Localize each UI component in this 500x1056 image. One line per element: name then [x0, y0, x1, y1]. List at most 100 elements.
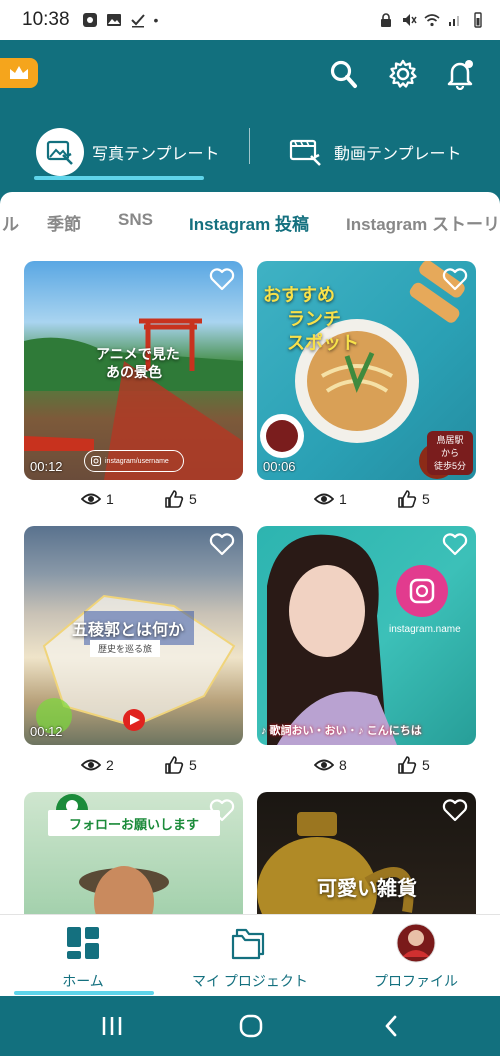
likes-count: 5	[422, 757, 430, 773]
nav-home-label: ホーム	[62, 973, 104, 989]
category-tab-instagram-story[interactable]: Instagram ストーリ	[346, 210, 500, 235]
category-tab-sns[interactable]: SNS	[118, 210, 153, 230]
thumbs-up-icon	[398, 756, 417, 774]
search-icon	[330, 60, 357, 88]
system-nav-bar	[0, 996, 500, 1056]
category-tabs: ル 季節 SNS Instagram 投稿 Instagram ストーリ	[0, 210, 500, 236]
tab-video-templates[interactable]: 動画テンプレート	[250, 120, 500, 184]
tab-photo-templates[interactable]: 写真テンプレート	[0, 120, 250, 184]
nav-my-projects-label: マイ プロジェクト	[192, 973, 308, 989]
station-badge-line3: 徒歩5分	[433, 461, 466, 471]
views-stat: 1	[81, 490, 114, 508]
station-badge-line2: から	[440, 448, 459, 458]
card-title-line1: 可愛い雑貨	[317, 876, 417, 900]
heart-icon[interactable]	[442, 532, 468, 556]
category-tab-instagram-post[interactable]: Instagram 投稿	[189, 210, 309, 235]
eye-icon	[314, 759, 334, 771]
notifications-button[interactable]	[442, 56, 478, 92]
recent-apps-icon	[102, 1017, 122, 1035]
likes-count: 5	[189, 491, 197, 507]
tab-photo-templates-label: 写真テンプレート	[92, 146, 220, 163]
template-card[interactable]: instagram.name ♪ 歌詞おい・おい ･ ♪ こんにちは	[257, 526, 476, 745]
template-thumbnail	[267, 534, 448, 745]
tab-video-templates-label: 動画テンプレート	[334, 146, 462, 163]
search-button[interactable]	[326, 56, 362, 92]
battery-icon	[474, 12, 482, 28]
card-duration: 00:12	[30, 459, 63, 474]
wifi-icon	[424, 14, 440, 27]
mode-tab-indicator	[34, 176, 204, 180]
home-grid-icon	[63, 923, 103, 963]
bottom-nav: ホーム マイ プロジェクト プロファイル	[0, 914, 500, 996]
views-count: 8	[339, 757, 347, 773]
card-subtitle: 歴史を巡る旅	[90, 640, 161, 657]
card-stats: 1 5	[24, 490, 243, 510]
app-header: 写真テンプレート 動画テンプレート	[0, 40, 500, 192]
views-stat: 2	[81, 756, 114, 774]
card-title-line1: おすすめ	[263, 285, 335, 306]
heart-icon[interactable]	[209, 798, 235, 822]
template-card[interactable]: おすすめ ランチ スポット 鳥居駅 から 徒歩5分 00:06	[257, 261, 476, 480]
crown-icon	[10, 66, 28, 79]
mute-icon	[403, 14, 417, 26]
heart-icon[interactable]	[209, 267, 235, 291]
template-card[interactable]: アニメで見た あの景色 instagram/username 00:12	[24, 261, 243, 480]
template-card[interactable]: 可愛い雑貨	[257, 792, 476, 914]
heart-icon[interactable]	[209, 532, 235, 556]
card-title-line3: スポット	[287, 333, 359, 354]
station-badge-line1: 鳥居駅	[436, 435, 464, 445]
heart-icon[interactable]	[442, 798, 468, 822]
likes-count: 5	[189, 757, 197, 773]
likes-count: 5	[422, 491, 430, 507]
views-count: 2	[106, 757, 114, 773]
back-chevron-icon	[385, 1015, 397, 1037]
template-content: ル 季節 SNS Instagram 投稿 Instagram ストーリ アニメ…	[0, 192, 500, 914]
home-button[interactable]	[236, 1012, 266, 1040]
nav-home[interactable]: ホーム	[0, 923, 166, 993]
premium-badge[interactable]	[0, 58, 38, 88]
home-circle-icon	[239, 1014, 263, 1038]
card-stats: 1 5	[257, 490, 476, 510]
card-title-line2: あの景色	[106, 365, 162, 381]
heart-icon[interactable]	[442, 267, 468, 291]
category-tab-partial[interactable]: ル	[2, 210, 19, 235]
status-time: 10:38	[22, 9, 70, 30]
folder-icon	[230, 923, 270, 963]
views-stat: 1	[314, 490, 347, 508]
thumbs-up-icon	[165, 756, 184, 774]
eye-icon	[81, 759, 101, 771]
card-handle: instagram.name	[389, 624, 461, 635]
nav-profile-label: プロファイル	[374, 973, 458, 989]
back-button[interactable]	[376, 1012, 406, 1040]
signal-icon	[449, 16, 459, 26]
eye-icon	[314, 493, 334, 505]
template-card[interactable]: 五稜郭とは何か 歴史を巡る旅 00:12	[24, 526, 243, 745]
likes-stat: 5	[397, 756, 430, 774]
photo-template-icon	[36, 128, 84, 176]
dot-icon: •	[153, 12, 159, 28]
recent-apps-button[interactable]	[97, 1012, 127, 1040]
download-done-icon	[130, 14, 145, 28]
card-duration: 00:12	[30, 724, 63, 739]
nav-profile[interactable]: プロファイル	[333, 923, 499, 993]
likes-stat: 5	[164, 490, 197, 508]
gear-icon	[389, 59, 417, 88]
views-count: 1	[339, 491, 347, 507]
card-banner: フォローお願いします	[48, 810, 220, 836]
card-caption: ♪ 歌詞おい・おい ･ ♪ こんにちは	[261, 725, 422, 737]
views-stat: 8	[314, 756, 347, 774]
likes-stat: 5	[164, 756, 197, 774]
status-bar: 10:38 •	[0, 0, 500, 40]
mode-tabs: 写真テンプレート 動画テンプレート	[0, 120, 500, 184]
category-tab-season[interactable]: 季節	[47, 210, 81, 235]
settings-button[interactable]	[385, 56, 421, 92]
eye-icon	[81, 493, 101, 505]
instagram-handle-pill: instagram/username	[84, 450, 184, 472]
screenshot-icon	[82, 13, 97, 27]
bell-icon	[447, 60, 473, 90]
card-title-line1: 五稜郭とは何か	[72, 620, 185, 639]
nav-my-projects[interactable]: マイ プロジェクト	[167, 923, 333, 993]
station-badge: 鳥居駅 から 徒歩5分	[427, 431, 473, 475]
thumbs-up-icon	[165, 490, 184, 508]
template-card[interactable]: フォローお願いします	[24, 792, 243, 914]
